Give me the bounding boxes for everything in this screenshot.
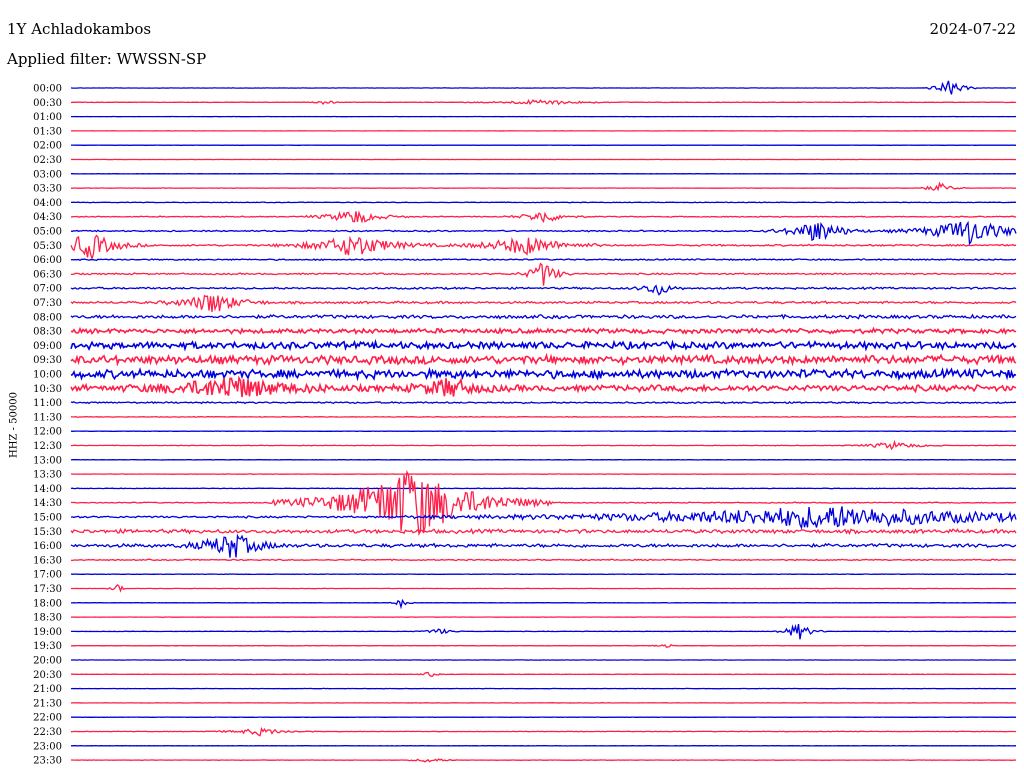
y-tick-label: 18:00 — [33, 598, 62, 609]
trace-line — [71, 758, 1017, 763]
trace-group — [70, 80, 1017, 763]
trace-line — [70, 487, 1017, 490]
y-tick-label: 04:00 — [33, 198, 62, 209]
y-tick-label: 16:00 — [33, 541, 62, 552]
trace-line — [70, 284, 1017, 296]
trace-line — [70, 527, 1017, 535]
y-tick-label: 12:00 — [33, 427, 62, 438]
trace-line — [70, 726, 1017, 737]
y-tick-label: 09:00 — [33, 341, 62, 352]
y-tick-label: 13:00 — [33, 455, 62, 466]
trace-line — [70, 262, 1017, 286]
y-tick-label: 00:00 — [33, 84, 62, 95]
trace-line — [70, 98, 1016, 106]
trace-line — [70, 338, 1017, 352]
y-tick-label: 11:30 — [33, 412, 62, 423]
y-tick-label: 19:00 — [33, 627, 62, 638]
y-tick-label: 07:30 — [33, 298, 62, 309]
trace-line — [70, 220, 1017, 246]
y-tick-label: 20:30 — [33, 670, 62, 681]
y-tick-label: 09:30 — [33, 355, 62, 366]
y-tick-label: 05:30 — [33, 241, 62, 252]
y-tick-label: 07:00 — [33, 284, 62, 295]
trace-line — [70, 294, 1017, 313]
trace-line — [70, 326, 1016, 336]
y-tick-label: 22:30 — [33, 727, 62, 738]
trace-line — [71, 643, 1016, 649]
y-tick-label: 14:00 — [33, 484, 62, 495]
y-tick-label: 02:30 — [33, 155, 62, 166]
y-tick-label: 23:00 — [33, 741, 62, 752]
y-tick-label: 23:30 — [33, 756, 62, 767]
trace-line — [70, 558, 1017, 562]
tick-label-group: 00:00 00:30 01:00 01:30 02:00 02:30 03:00 03:30… — [33, 84, 62, 767]
y-tick-label: 05:00 — [33, 227, 62, 238]
y-tick-label: 08:30 — [33, 327, 62, 338]
trace-line — [70, 533, 1017, 558]
trace-line — [70, 506, 1017, 531]
trace-line — [70, 469, 1016, 536]
trace-line — [70, 234, 1017, 261]
y-tick-label: 18:30 — [33, 613, 62, 624]
trace-line — [70, 366, 1017, 382]
y-tick-label: 14:30 — [33, 498, 62, 509]
y-tick-label: 06:00 — [33, 255, 62, 266]
y-tick-label: 00:30 — [33, 98, 62, 109]
trace-line — [70, 313, 1017, 320]
trace-line — [70, 210, 1017, 224]
y-tick-label: 03:30 — [33, 184, 62, 195]
trace-line — [70, 375, 1017, 398]
trace-line — [70, 439, 1017, 451]
trace-line — [71, 598, 1017, 610]
y-tick-label: 17:30 — [33, 584, 62, 595]
y-tick-label: 08:00 — [33, 312, 62, 323]
y-tick-label: 03:00 — [33, 169, 62, 180]
y-tick-label: 13:30 — [33, 470, 62, 481]
trace-line — [70, 415, 1017, 418]
y-tick-label: 22:00 — [33, 713, 62, 724]
trace-line — [70, 258, 1017, 262]
y-tick-label: 21:30 — [33, 698, 62, 709]
trace-line — [70, 80, 1017, 95]
helicorder-plot: 00:00 00:30 01:00 01:30 02:00 02:30 03:00 03:30… — [33, 80, 1017, 767]
trace-line — [70, 401, 1017, 405]
y-tick-label: 10:00 — [33, 370, 62, 381]
y-tick-label: 17:00 — [33, 570, 62, 581]
y-tick-label: 19:30 — [33, 641, 62, 652]
y-tick-label: 04:30 — [33, 212, 62, 223]
y-tick-label: 02:00 — [33, 141, 62, 152]
y-tick-label: 15:30 — [33, 527, 62, 538]
y-tick-label: 15:00 — [33, 513, 62, 524]
trace-line — [70, 201, 1017, 204]
trace-line — [70, 352, 1017, 367]
y-tick-label: 01:30 — [33, 126, 62, 137]
y-tick-label: 01:00 — [33, 112, 62, 123]
y-tick-label: 12:30 — [33, 441, 62, 452]
trace-line — [70, 181, 1017, 192]
trace-line — [71, 623, 1017, 640]
trace-line — [71, 671, 1017, 677]
y-tick-label: 11:00 — [33, 398, 62, 409]
y-tick-label: 06:30 — [33, 269, 62, 280]
y-tick-label: 10:30 — [33, 384, 62, 395]
y-tick-label: 21:00 — [33, 684, 62, 695]
y-tick-label: 20:00 — [33, 656, 62, 667]
y-tick-label: 16:30 — [33, 555, 62, 566]
trace-line — [71, 583, 1017, 593]
